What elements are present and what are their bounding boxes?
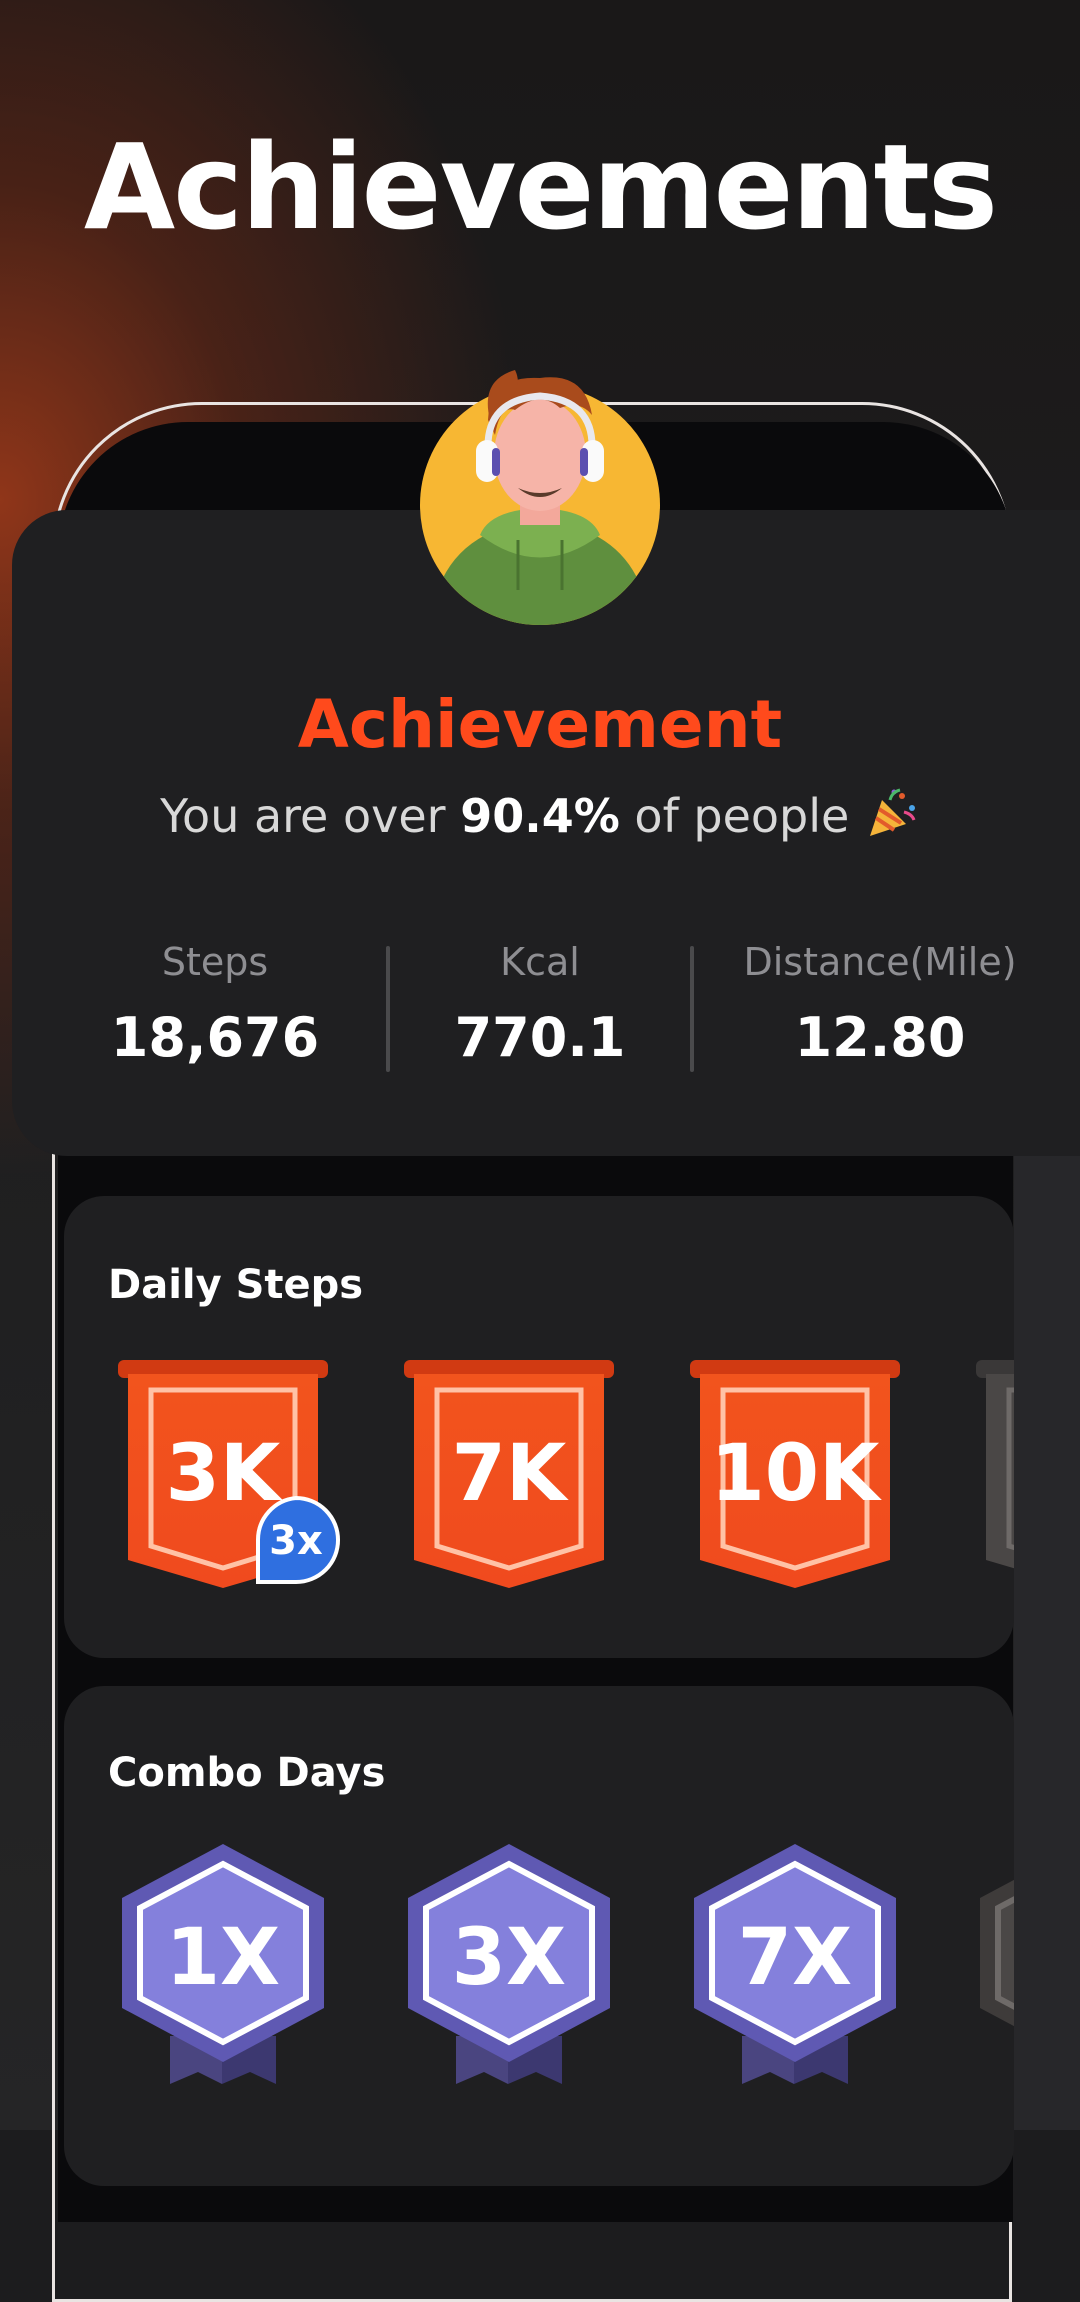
party-popper-icon bbox=[864, 786, 920, 853]
badge-locked[interactable] bbox=[980, 1844, 1014, 2062]
badge-label: 7K bbox=[452, 1429, 569, 1519]
badge-label: 10K bbox=[711, 1429, 883, 1519]
badge-label: 1X bbox=[166, 1913, 280, 2003]
combo-days-title: Combo Days bbox=[108, 1750, 386, 1796]
stat-label: Kcal bbox=[500, 940, 580, 984]
stat-value: 770.1 bbox=[454, 1006, 626, 1069]
badge-10k[interactable]: 10K bbox=[690, 1360, 900, 1588]
subtitle-percent: 90.4% bbox=[460, 789, 620, 843]
achievement-title: Achievement bbox=[297, 686, 783, 763]
daily-steps-title: Daily Steps bbox=[108, 1262, 364, 1308]
badge-locked[interactable] bbox=[976, 1360, 1014, 1588]
badge-1x[interactable]: 1X bbox=[122, 1844, 324, 2084]
multiplier-badge: 3x bbox=[255, 1495, 340, 1584]
next-page-peek bbox=[1014, 1156, 1080, 2130]
stat-divider bbox=[386, 946, 390, 1072]
achievement-subtitle: You are over 90.4% of people bbox=[0, 786, 1080, 853]
badge-label: 7X bbox=[738, 1913, 852, 2003]
badge-label: 3K bbox=[166, 1429, 283, 1519]
stat-value: 12.80 bbox=[794, 1006, 966, 1069]
badge-label: 3X bbox=[452, 1913, 566, 2003]
badge-7x[interactable]: 7X bbox=[694, 1844, 896, 2084]
page-headline: Achievements bbox=[83, 118, 998, 256]
combo-days-badges: 1X 3X 7X bbox=[0, 1836, 1014, 2106]
daily-steps-badges: 3K 3x 7K 10K bbox=[0, 1350, 1014, 1610]
stat-steps: Steps 18,676 bbox=[100, 940, 330, 1069]
subtitle-suffix: of people bbox=[634, 789, 850, 843]
multiplier-label: 3x bbox=[269, 1518, 323, 1564]
stat-divider bbox=[690, 946, 694, 1072]
stat-label: Steps bbox=[161, 940, 269, 984]
stat-value: 18,676 bbox=[110, 1006, 320, 1069]
stat-distance: Distance(Mile) 12.80 bbox=[730, 940, 1030, 1069]
stat-kcal: Kcal 770.1 bbox=[420, 940, 660, 1069]
stat-label: Distance(Mile) bbox=[743, 940, 1017, 984]
subtitle-prefix: You are over bbox=[160, 789, 446, 843]
badge-7k[interactable]: 7K bbox=[404, 1360, 614, 1588]
avatar[interactable] bbox=[420, 360, 660, 625]
badge-3x[interactable]: 3X bbox=[408, 1844, 610, 2084]
user-avatar-icon bbox=[420, 370, 660, 625]
